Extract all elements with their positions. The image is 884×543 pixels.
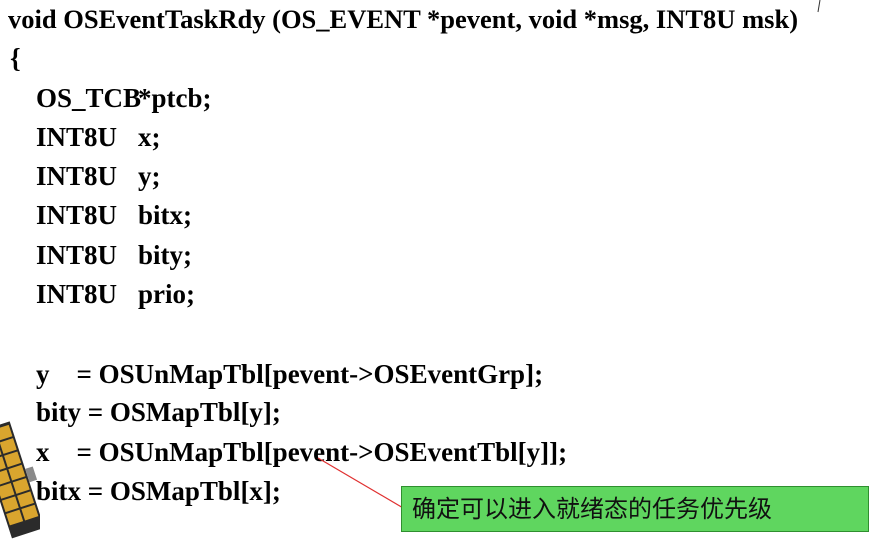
callout-box: 确定可以进入就绪态的任务优先级 <box>401 486 869 532</box>
callout-pointer <box>317 457 411 513</box>
slide: void OSEventTaskRdy (OS_EVENT *pevent, v… <box>0 0 884 543</box>
callout-text: 确定可以进入就绪态的任务优先级 <box>412 495 772 523</box>
callout-pointer-line <box>317 457 411 513</box>
